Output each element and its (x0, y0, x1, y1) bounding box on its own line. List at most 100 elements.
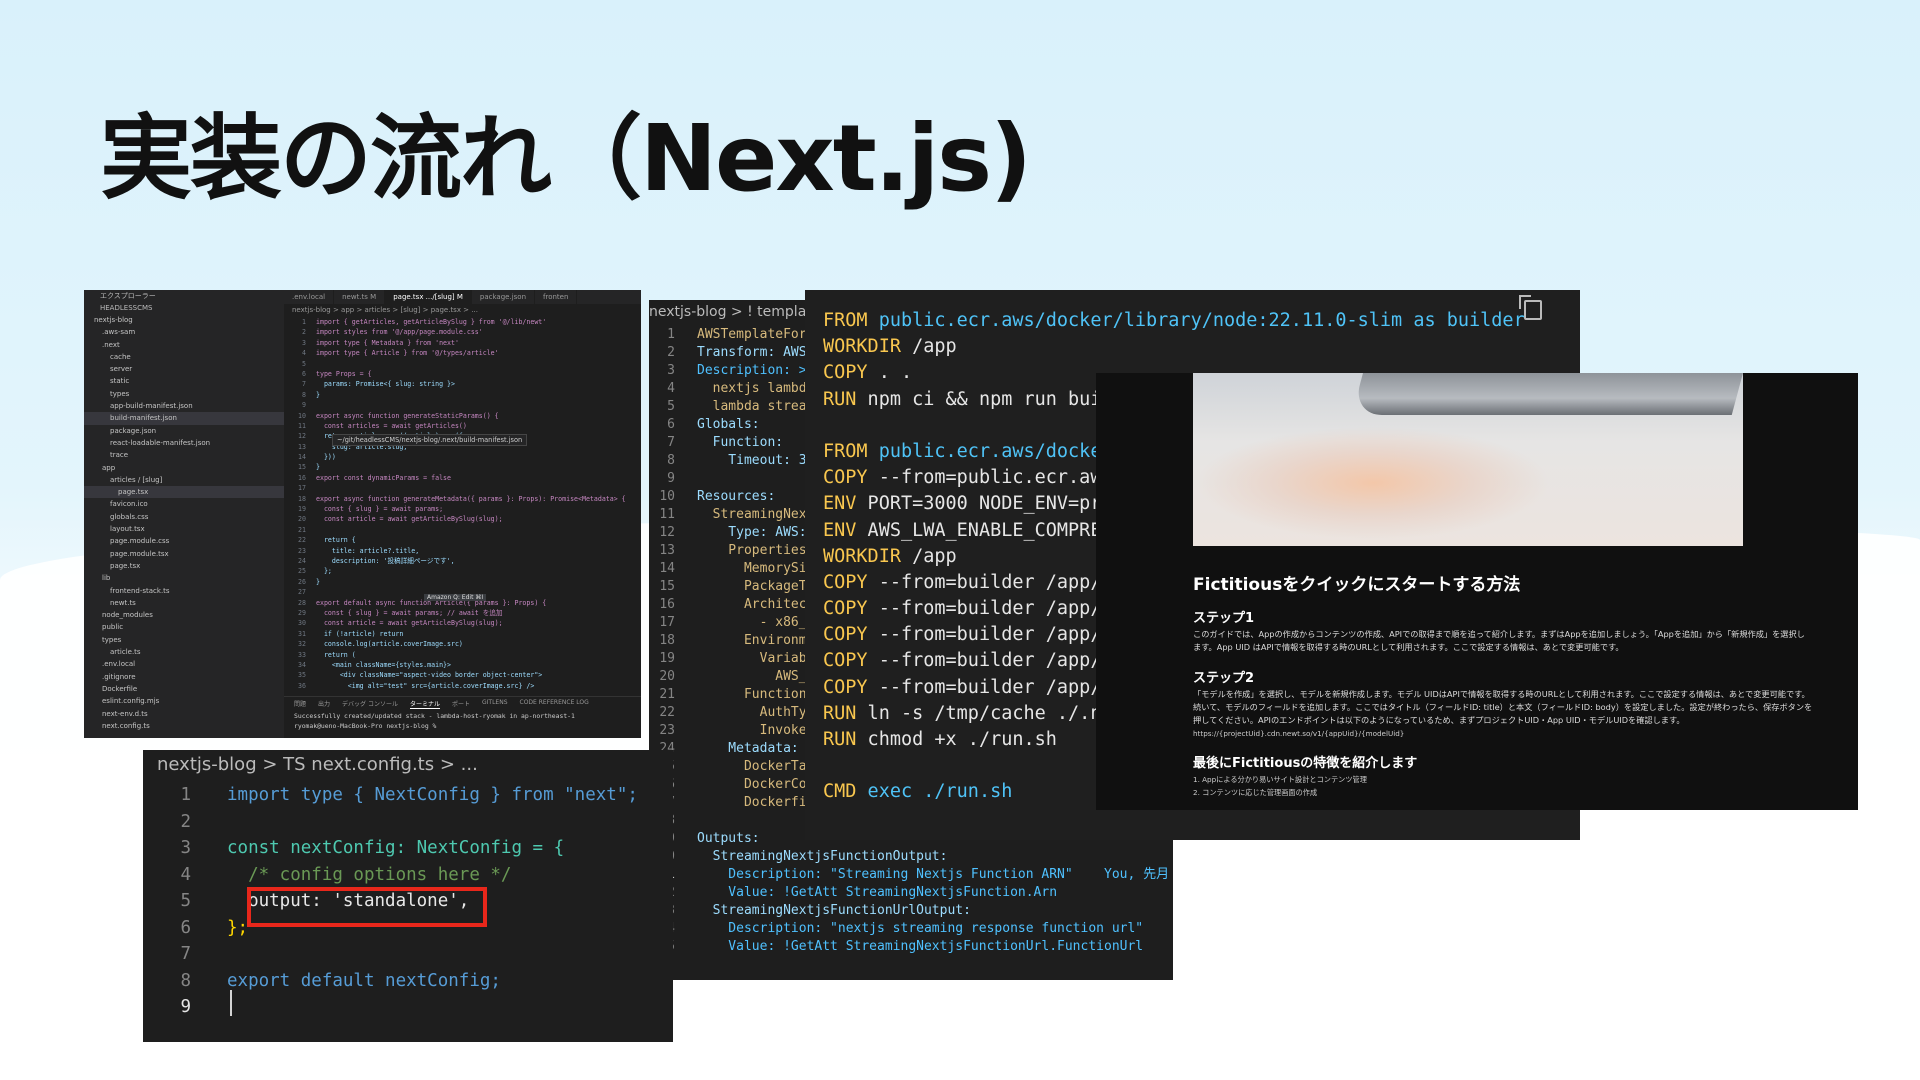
dockerfile-args: --from=builder /app/p (867, 598, 1113, 620)
tree-item[interactable]: layout.tsx (84, 523, 284, 535)
line-number: 23 (298, 546, 306, 555)
code-line: 2 import styles from '@/app/page.module.c… (284, 327, 641, 337)
terminal-tab[interactable]: 問題 (294, 699, 306, 709)
code-text: import type { Metadata } from 'next' (316, 338, 459, 347)
line-number: 18 (659, 633, 675, 648)
tree-item[interactable]: page.module.tsx (84, 548, 284, 560)
terminal-tab[interactable]: ターミナル (409, 699, 440, 709)
tree-item[interactable]: app (84, 462, 284, 474)
tree-item[interactable]: eslint.config.mjs (84, 695, 284, 707)
tree-item[interactable]: frontend-stack.ts (84, 585, 284, 597)
highlight-box (247, 887, 487, 927)
code-line: 8 export default nextConfig; (143, 968, 673, 995)
code-text: - x86_ (697, 615, 807, 630)
tree-item[interactable]: newt.ts (84, 597, 284, 609)
line-number: 4 (667, 381, 675, 396)
explorer-sidebar: エクスプローラー HEADLESSCMS nextjs-blog .aws-sam… (84, 290, 284, 738)
tree-item[interactable]: .env.local (84, 658, 284, 670)
tree-item[interactable]: next.config.ts (84, 720, 284, 732)
code-line: 8} (284, 390, 641, 400)
code-line: 30 const article = await getArticleBySlu… (284, 618, 641, 628)
tree-item[interactable]: nextjs-blog (84, 314, 284, 326)
tree-item[interactable]: globals.css (84, 511, 284, 523)
line-number: 19 (659, 651, 675, 666)
tree-item[interactable]: types (84, 388, 284, 400)
tree-item[interactable]: page.tsx (84, 560, 284, 572)
dockerfile-args: npm ci && npm run buil (856, 388, 1113, 410)
line-number: 25 (298, 567, 306, 576)
dockerfile-args: /app (900, 336, 957, 358)
terminal-tab[interactable]: CODE REFERENCE LOG (520, 699, 589, 709)
code-text: export const dynamicParams = false (316, 473, 451, 482)
code-line: 35 Value: !GetAtt StreamingNextjsFunctio… (649, 938, 1173, 956)
line-number: 35 (298, 671, 306, 680)
tree-item[interactable]: trace (84, 449, 284, 461)
editor-tab[interactable]: newt.ts M (334, 290, 386, 304)
code-text: description: '投稿詳細ページです', (316, 556, 455, 565)
amazon-q-badge[interactable]: Amazon Q: Edit ⌘I (424, 594, 487, 601)
code-line: 7 (143, 941, 673, 968)
copy-icon[interactable] (1519, 295, 1542, 320)
code-text: Invoke (697, 723, 807, 738)
line-number: 14 (298, 453, 306, 462)
tree-item[interactable]: Dockerfile (84, 683, 284, 695)
line-number: 13 (659, 543, 675, 558)
tree-item[interactable]: server (84, 363, 284, 375)
dockerfile-args: exec ./run.sh (856, 781, 1013, 803)
dockerfile-keyword: WORKDIR (823, 545, 901, 567)
tree-item[interactable]: article.ts (84, 646, 284, 658)
terminal-tab[interactable]: デバッグ コンソール (342, 699, 398, 709)
tree-item[interactable]: static (84, 375, 284, 387)
code-line: 31 Description: "Streaming Nextjs Functi… (649, 866, 1173, 884)
editor-tab[interactable]: page.tsx .../[slug] M (385, 290, 472, 304)
line-number: 5 (667, 399, 675, 414)
tree-item[interactable]: favicon.ico (84, 498, 284, 510)
tree-item[interactable]: cache (84, 351, 284, 363)
terminal-tab[interactable]: 出力 (318, 699, 330, 709)
line-number: 2 (180, 811, 191, 832)
code-text: nextjs lambda (697, 381, 815, 396)
terminal-tab[interactable]: ポート (452, 699, 470, 709)
code-text: Metadata: (697, 741, 799, 756)
editor-tab[interactable]: .env.local (284, 290, 335, 304)
tree-item[interactable]: react-loadable-manifest.json (84, 437, 284, 449)
terminal-tab[interactable]: GITLENS (482, 699, 508, 709)
breadcrumb: nextjs-blog > TS next.config.ts > ... (157, 754, 478, 775)
tree-item[interactable]: public (84, 621, 284, 633)
code-text: export default nextConfig; (227, 970, 501, 991)
code-text: const { slug } = await params; // await … (316, 608, 503, 617)
code-text: const articles = await getArticles() (316, 421, 467, 430)
terminal-prompt[interactable]: ryomak@ueno-MacBook-Pro nextjs-blog % (284, 721, 641, 731)
line-number: 14 (659, 561, 675, 576)
tree-item[interactable]: articles / [slug] (84, 474, 284, 486)
line-number: 28 (298, 598, 306, 607)
editor-tab[interactable]: fronten (535, 290, 578, 304)
explorer-root[interactable]: HEADLESSCMS (84, 302, 284, 314)
tree-item[interactable]: .next (84, 339, 284, 351)
code-editor[interactable]: 1 import { getArticles, getArticleBySlug … (284, 317, 641, 691)
tree-item[interactable]: page.tsx (84, 486, 284, 499)
dockerfile-line: WORKDIR /app (823, 334, 1525, 360)
dockerfile-keyword: COPY (823, 571, 868, 593)
tree-item[interactable]: types (84, 634, 284, 646)
code-line: 19 const { slug } = await params; (284, 504, 641, 514)
code-line: 7 params: Promise<{ slug: string }> (284, 379, 641, 389)
tree-item[interactable]: next-env.d.ts (84, 708, 284, 720)
code-text: Function (697, 687, 807, 702)
tree-item[interactable]: lib (84, 572, 284, 584)
tree-item[interactable]: package.json (84, 425, 284, 437)
code-text: StreamingNextjsFunctionUrlOutput: (697, 903, 971, 918)
editor-tab[interactable]: package.json (472, 290, 536, 304)
dockerfile-args: public.ecr.aws/docker/library/node:22.11… (867, 310, 1525, 331)
line-number: 32 (298, 640, 306, 649)
dockerfile-keyword: ENV (823, 519, 857, 541)
tree-item[interactable]: node_modules (84, 609, 284, 621)
code-line: 33 StreamingNextjsFunctionUrlOutput: (649, 902, 1173, 920)
code-text: import styles from '@/app/page.module.cs… (316, 328, 483, 337)
tree-item[interactable]: .gitignore (84, 671, 284, 683)
tree-item[interactable]: app-build-manifest.json (84, 400, 284, 412)
tree-item[interactable]: .aws-sam (84, 326, 284, 338)
code-text: }; (227, 917, 249, 938)
tree-item[interactable]: build-manifest.json (84, 412, 284, 425)
tree-item[interactable]: page.module.css (84, 535, 284, 547)
